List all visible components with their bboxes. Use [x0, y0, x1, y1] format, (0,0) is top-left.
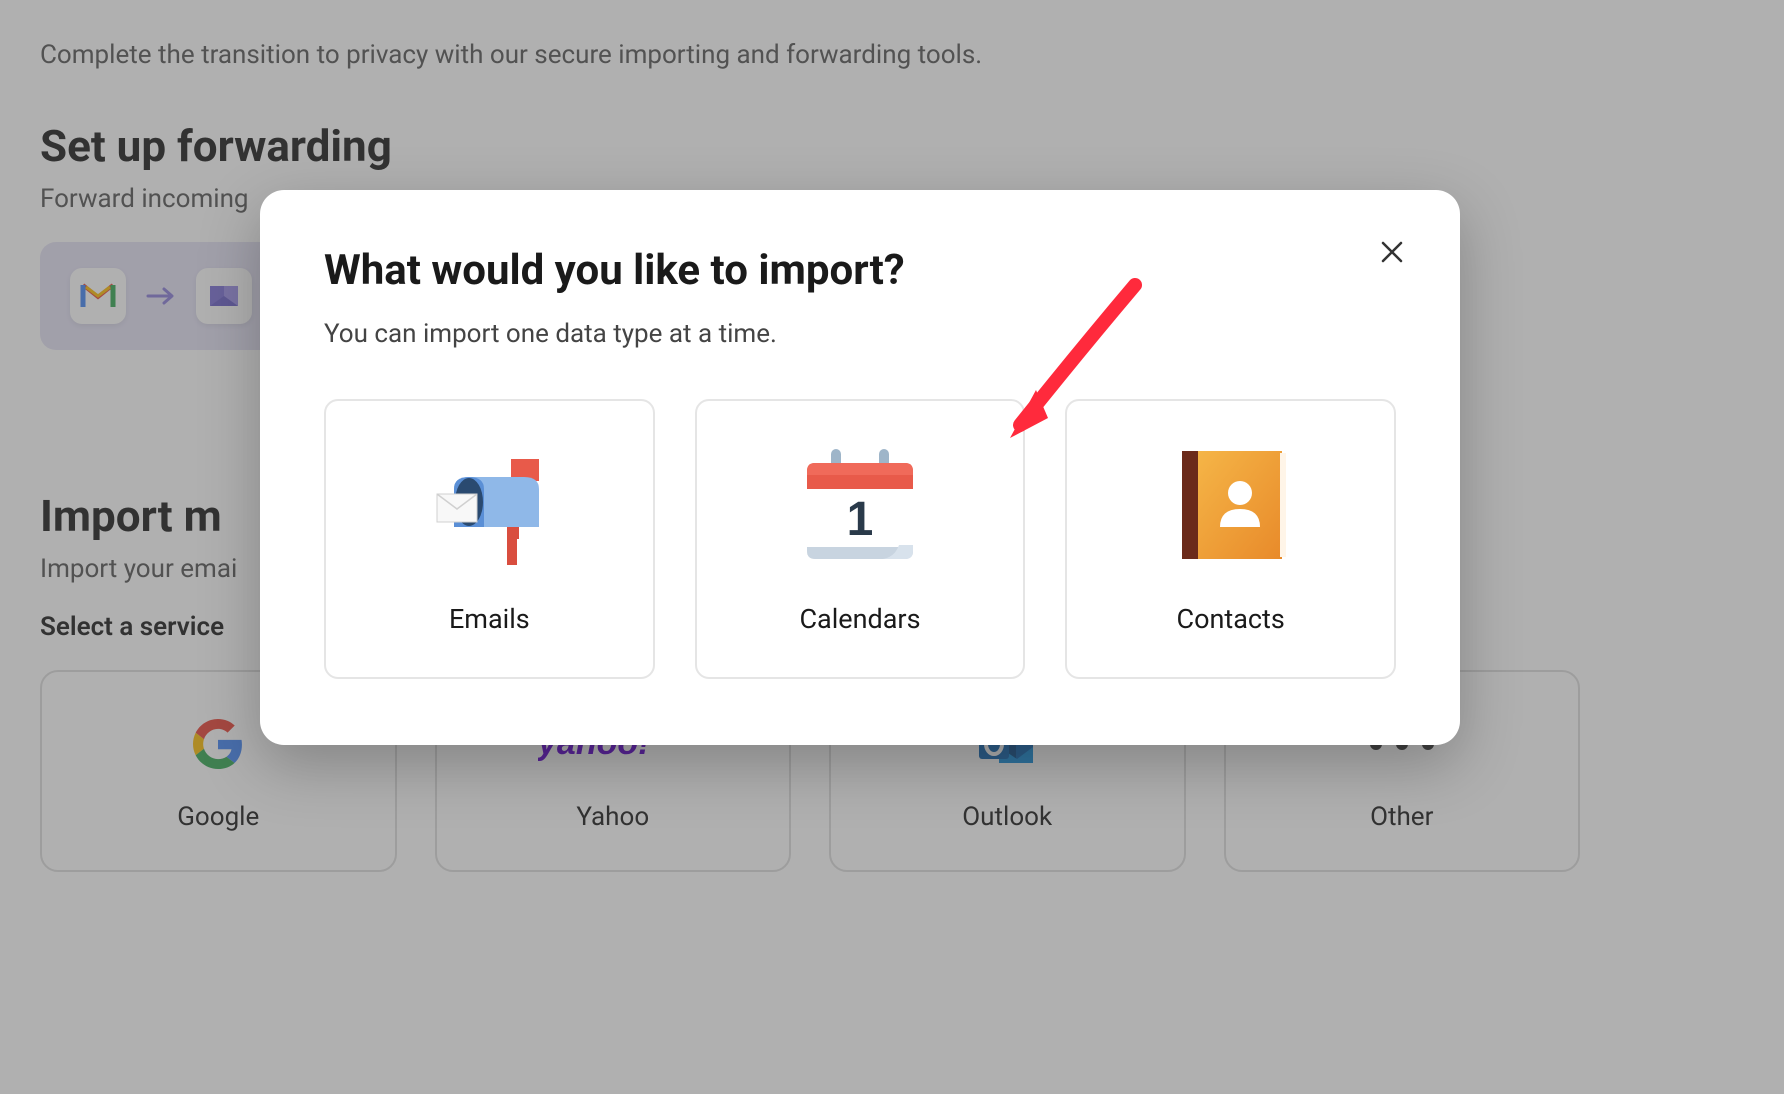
svg-text:1: 1 — [847, 493, 874, 546]
modal-title: What would you like to import? — [324, 246, 1396, 295]
option-card-emails[interactable]: Emails — [324, 399, 655, 679]
import-modal: What would you like to import? You can i… — [260, 190, 1460, 745]
option-label: Contacts — [1177, 603, 1285, 635]
modal-subtitle: You can import one data type at a time. — [324, 319, 1396, 349]
option-card-calendars[interactable]: 1 Calendars — [695, 399, 1026, 679]
calendar-icon: 1 — [790, 439, 930, 569]
mailbox-icon — [419, 439, 559, 569]
option-card-contacts[interactable]: Contacts — [1065, 399, 1396, 679]
option-label: Calendars — [799, 603, 920, 635]
close-button[interactable] — [1374, 234, 1410, 270]
option-label: Emails — [449, 603, 530, 635]
import-option-grid: Emails 1 — [324, 399, 1396, 679]
contacts-book-icon — [1161, 439, 1301, 569]
close-icon — [1380, 240, 1404, 264]
